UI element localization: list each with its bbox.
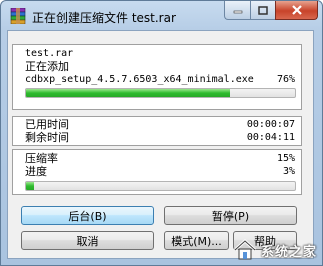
house-logo-icon xyxy=(233,238,256,260)
mode-button[interactable]: 模式(M)... xyxy=(164,231,229,250)
watermark-logo: 系统之家 xyxy=(232,238,317,262)
time-panel: 已用时间 00:00:07 剩余时间 00:04:11 xyxy=(12,116,302,146)
caption-buttons xyxy=(224,1,318,21)
progress-value: 3% xyxy=(282,166,295,177)
pause-button[interactable]: 暂停(P) xyxy=(164,206,297,225)
total-progress-bar xyxy=(25,181,296,191)
close-button[interactable] xyxy=(275,1,318,20)
minimize-icon xyxy=(233,10,242,14)
action-label: 正在添加 xyxy=(25,60,69,73)
maximize-icon xyxy=(258,5,268,15)
close-icon xyxy=(291,5,302,15)
cancel-button[interactable]: 取消 xyxy=(21,231,154,250)
background-button[interactable]: 后台(B) xyxy=(21,206,154,225)
ratio-label: 压缩率 xyxy=(25,152,58,165)
current-file: cdbxp_setup_4.5.7.6503_x64_minimal.exe xyxy=(25,74,254,85)
elapsed-label: 已用时间 xyxy=(25,118,69,131)
window-title: 正在创建压缩文件 test.rar xyxy=(32,11,176,25)
file-progress-fill xyxy=(26,89,231,97)
remaining-label: 剩余时间 xyxy=(25,131,69,144)
file-percent: 76% xyxy=(276,74,295,85)
file-progress-bar xyxy=(25,88,296,98)
watermark-text: 系统之家 xyxy=(260,244,317,260)
remaining-value: 00:04:11 xyxy=(246,132,295,143)
ratio-value: 15% xyxy=(276,153,295,164)
archive-name: test.rar xyxy=(25,48,74,59)
winrar-icon xyxy=(10,8,26,24)
title-bar[interactable]: 正在创建压缩文件 test.rar xyxy=(1,1,322,31)
stats-panel: 压缩率 15% 进度 3% xyxy=(12,149,302,195)
maximize-button[interactable] xyxy=(250,1,275,20)
total-progress-fill xyxy=(26,182,35,190)
elapsed-value: 00:00:07 xyxy=(246,119,295,130)
minimize-button[interactable] xyxy=(224,1,250,20)
file-panel: test.rar 正在添加 cdbxp_setup_4.5.7.6503_x64… xyxy=(12,44,302,110)
progress-label: 进度 xyxy=(25,165,47,178)
